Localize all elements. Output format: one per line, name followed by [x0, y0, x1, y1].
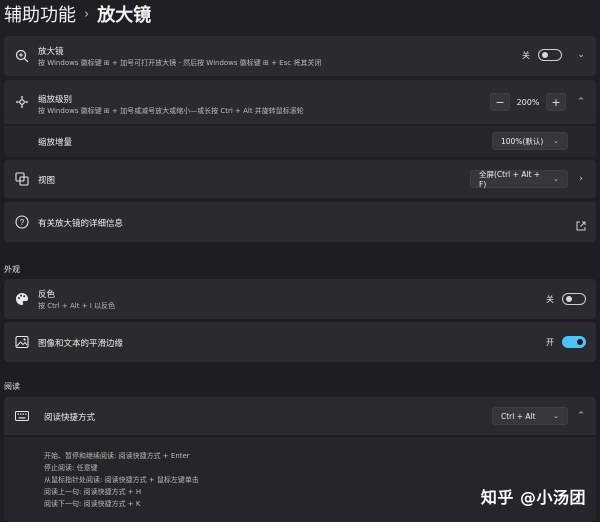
section-label-appearance: 外观 [4, 265, 20, 274]
zoom-increment-setting: 缩放增量 100%(默认) ⌄ [4, 126, 596, 157]
zoom-level-setting: 缩放级别 按 Windows 徽标键 ⊞ + 加号或减号放大或缩小—或长按 Ct… [4, 80, 596, 124]
breadcrumb: 辅助功能 › 放大镜 [4, 2, 151, 26]
smooth-edges-controls: 开 [546, 336, 586, 348]
reading-shortcut-setting: 阅读快捷方式 Ctrl + Alt ⌄ ⌃ [4, 397, 596, 435]
magnifier-toggle[interactable] [538, 49, 562, 61]
reading-shortcut-text: 阅读快捷方式 [44, 411, 95, 423]
zoom-increment-text: 缩放增量 [38, 136, 72, 148]
zoom-increment-dropdown[interactable]: 100%(默认) ⌄ [492, 132, 568, 150]
zoom-in-button[interactable]: + [546, 93, 566, 111]
toggle-knob [542, 52, 548, 58]
zoom-increment-controls: 100%(默认) ⌄ [492, 132, 568, 150]
chevron-right-icon[interactable]: › [576, 174, 586, 184]
shortcut-line: 停止阅读: 任意键 [44, 464, 98, 472]
zoom-level-value: 200% [516, 97, 540, 107]
shortcut-line: 阅读下一句: 阅读快捷方式 + K [44, 500, 141, 508]
open-external-icon[interactable] [576, 216, 586, 235]
keyboard-icon [14, 408, 30, 424]
chevron-down-icon[interactable]: ⌄ [576, 50, 586, 60]
zoom-in-icon [14, 48, 30, 64]
toggle-knob [566, 296, 572, 302]
watermark: 知乎 @小汤团 [480, 488, 586, 507]
view-controls: 全屏(Ctrl + Alt + F) ⌄ › [470, 170, 586, 189]
zoom-out-button[interactable]: − [490, 93, 510, 111]
chevron-up-icon[interactable]: ⌃ [576, 97, 586, 107]
toggle-knob [577, 339, 583, 345]
invert-colors-setting[interactable]: 反色 按 Ctrl + Alt + I 以反色 关 [4, 279, 596, 319]
magnifier-setting[interactable]: 放大镜 按 Windows 徽标键 ⊞ + 加号可打开放大镜 - 然后按 Win… [4, 36, 596, 76]
view-text: 视图 [38, 174, 55, 186]
zoom-level-controls: − 200% + ⌃ [490, 93, 586, 111]
view-title: 视图 [38, 176, 56, 186]
zoom-level-text: 缩放级别 按 Windows 徽标键 ⊞ + 加号或减号放大或缩小—或长按 Ct… [38, 93, 304, 116]
smooth-edges-text: 图像和文本的平滑边缘 [38, 337, 123, 349]
chevron-down-icon: ⌄ [553, 175, 559, 183]
view-value: 全屏(Ctrl + Alt + F) [479, 170, 541, 189]
smooth-edges-toggle-label: 开 [546, 337, 554, 347]
more-info-controls [576, 216, 586, 235]
smooth-edges-setting[interactable]: 图像和文本的平滑边缘 开 [4, 322, 596, 362]
shortcut-list: 开始、暂停和继续阅读: 阅读快捷方式 + Enter 停止阅读: 任意键 从鼠标… [44, 451, 199, 509]
reading-shortcut-dropdown[interactable]: Ctrl + Alt ⌄ [492, 407, 568, 425]
invert-colors-description: 按 Ctrl + Alt + I 以反色 [38, 302, 116, 310]
view-dropdown[interactable]: 全屏(Ctrl + Alt + F) ⌄ [470, 170, 568, 189]
svg-text:?: ? [20, 218, 25, 227]
reading-shortcut-title: 阅读快捷方式 [44, 413, 96, 423]
view-icon [14, 171, 30, 187]
image-icon [14, 334, 30, 350]
reading-shortcut-controls: Ctrl + Alt ⌄ ⌃ [492, 407, 586, 425]
invert-toggle-label: 关 [546, 294, 554, 304]
breadcrumb-parent[interactable]: 辅助功能 [4, 1, 76, 27]
zoom-increment-value: 100%(默认) [501, 136, 544, 146]
magnifier-text: 放大镜 按 Windows 徽标键 ⊞ + 加号可打开放大镜 - 然后按 Win… [38, 45, 321, 68]
more-info-link[interactable]: ? 有关放大镜的详细信息 [4, 202, 596, 242]
chevron-down-icon: ⌄ [553, 412, 559, 420]
help-icon: ? [14, 214, 30, 230]
magnifier-toggle-label: 关 [522, 50, 530, 60]
section-label-reading: 阅读 [4, 382, 20, 391]
more-info-title: 有关放大镜的详细信息 [38, 219, 124, 229]
settings-page: 辅助功能 › 放大镜 放大镜 按 Windows 徽标键 ⊞ + 加号可打开放大… [0, 0, 600, 522]
invert-colors-text: 反色 按 Ctrl + Alt + I 以反色 [38, 288, 115, 311]
smooth-edges-toggle[interactable] [562, 336, 586, 348]
page-title: 放大镜 [97, 5, 152, 26]
magnifier-controls: 关 ⌄ [522, 49, 586, 61]
chevron-down-icon: ⌄ [553, 137, 559, 145]
magnifier-title: 放大镜 [38, 47, 64, 57]
invert-colors-title: 反色 [38, 290, 56, 300]
reading-shortcut-value: Ctrl + Alt [501, 411, 536, 421]
zoom-level-title: 缩放级别 [38, 95, 73, 105]
more-info-text: 有关放大镜的详细信息 [38, 217, 123, 229]
view-setting[interactable]: 视图 全屏(Ctrl + Alt + F) ⌄ › [4, 160, 596, 198]
magnifier-description: 按 Windows 徽标键 ⊞ + 加号可打开放大镜 - 然后按 Windows… [38, 59, 322, 67]
chevron-up-icon[interactable]: ⌃ [576, 411, 586, 421]
zoom-level-description: 按 Windows 徽标键 ⊞ + 加号或减号放大或缩小—或长按 Ctrl + … [38, 107, 304, 115]
breadcrumb-separator-icon: › [84, 6, 90, 22]
shortcut-line: 阅读上一句: 阅读快捷方式 + H [44, 488, 142, 496]
palette-icon [14, 291, 30, 307]
invert-colors-controls: 关 [546, 293, 586, 305]
move-icon [14, 94, 30, 110]
shortcut-line: 开始、暂停和继续阅读: 阅读快捷方式 + Enter [44, 452, 190, 460]
smooth-edges-title: 图像和文本的平滑边缘 [38, 339, 124, 349]
invert-colors-toggle[interactable] [562, 293, 586, 305]
shortcut-line: 从鼠标指针处阅读: 阅读快捷方式 + 鼠标左键单击 [44, 476, 199, 484]
zoom-increment-title: 缩放增量 [38, 138, 73, 148]
